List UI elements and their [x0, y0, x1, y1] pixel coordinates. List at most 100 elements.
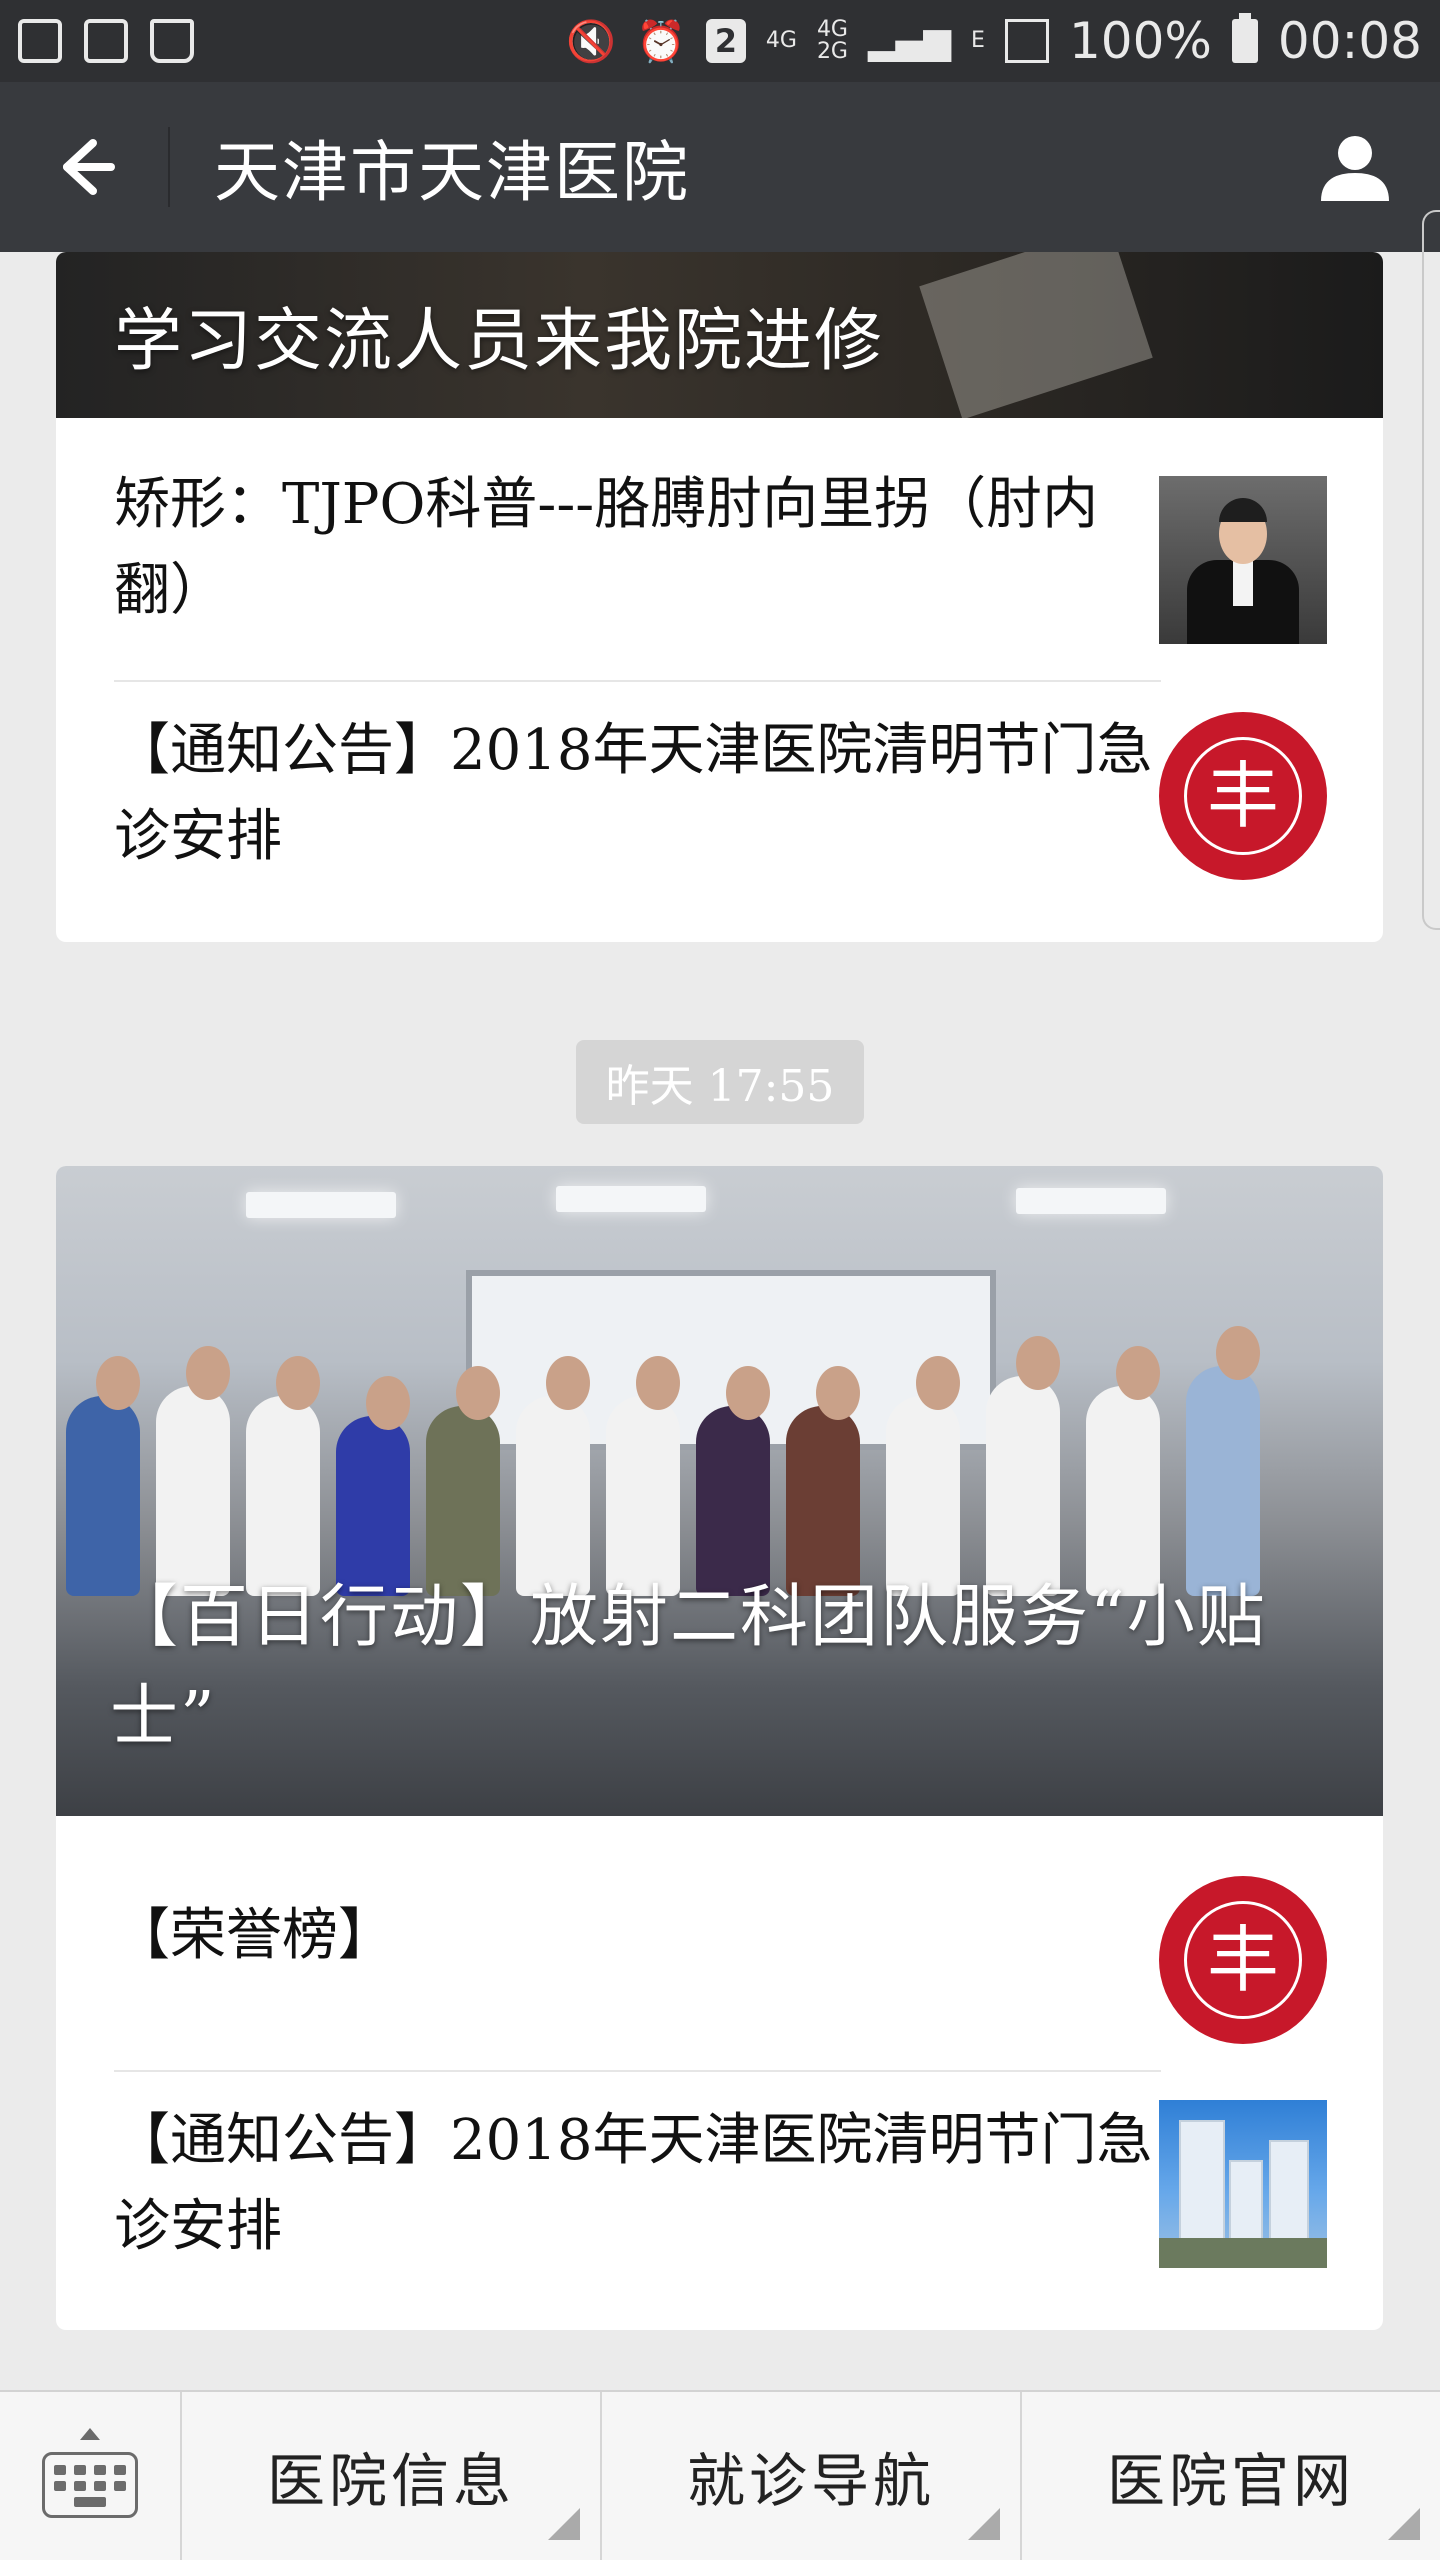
key [114, 2465, 126, 2475]
article-title: 矫形：TJPO科普---胳膊肘向里拐（肘内翻） [114, 472, 1099, 623]
list-item[interactable]: 矫形：TJPO科普---胳膊肘向里拐（肘内翻） [114, 462, 1154, 634]
caret-up-icon [80, 2428, 100, 2440]
menu-visit-navigation[interactable]: 就诊导航 [602, 2392, 1022, 2560]
key [94, 2481, 106, 2491]
keyboard-toggle-button[interactable] [0, 2392, 182, 2560]
photo-person [886, 1396, 960, 1596]
photo-head [636, 1356, 680, 1410]
photo-head [916, 1356, 960, 1410]
page-title: 天津市天津医院 [214, 134, 690, 211]
photo-person [246, 1396, 320, 1596]
network-edge-label: E [971, 28, 985, 53]
network-4g2g-label: 4G 2G [816, 17, 848, 64]
photo-person [516, 1396, 590, 1596]
photo-head [456, 1366, 500, 1420]
building-shape [1179, 2120, 1225, 2240]
thumbnail-detail [1233, 560, 1253, 606]
alarm-icon: ⏰ [636, 18, 686, 65]
menu-hospital-info[interactable]: 医院信息 [182, 2392, 602, 2560]
logo-ring: 丰 [1184, 737, 1302, 855]
article-group-card: 【百日行动】放射二科团队服务“小贴士” 【荣誉榜】 丰 【通知公告】2018年天… [56, 1166, 1383, 2330]
key [54, 2481, 66, 2491]
photo-person [1086, 1386, 1160, 1596]
back-arrow-icon [63, 139, 115, 195]
list-item[interactable]: 【荣誉榜】 [114, 1876, 1154, 1996]
gallery-notification-icon [18, 19, 62, 63]
divider [114, 680, 1161, 682]
battery-icon [1231, 13, 1258, 63]
shopping-bag-notification-icon [150, 19, 194, 63]
logo-ring: 丰 [1184, 1901, 1302, 2019]
photo-head [1016, 1336, 1060, 1390]
hero-article[interactable]: 学习交流人员来我院进修 [56, 252, 1383, 418]
photo-head [1216, 1326, 1260, 1380]
timestamp: 昨天 17:55 [576, 1040, 864, 1124]
hero-article-title: 【百日行动】放射二科团队服务“小贴士” [110, 1578, 1267, 1757]
photo-head [186, 1346, 230, 1400]
key [74, 2497, 106, 2507]
signal-icon-2 [1004, 19, 1049, 63]
photo-head [816, 1366, 860, 1420]
calendar-notification-icon [84, 19, 128, 63]
menu-label: 医院官网 [1106, 2447, 1355, 2515]
list-item[interactable]: 【通知公告】2018年天津医院清明节门急诊安排 [114, 708, 1154, 880]
photo-head [546, 1356, 590, 1410]
logo-glyph: 丰 [1206, 754, 1279, 838]
scrollbar[interactable] [1422, 210, 1440, 930]
photo-person [606, 1396, 680, 1596]
article-group-card: 学习交流人员来我院进修 矫形：TJPO科普---胳膊肘向里拐（肘内翻） 【通知公… [56, 252, 1383, 942]
sim-badge: 2 [705, 19, 746, 63]
key [74, 2481, 86, 2491]
hero-article-title: 学习交流人员来我院进修 [114, 302, 885, 381]
article-thumbnail [1159, 476, 1327, 644]
bottom-menu: 医院信息 就诊导航 医院官网 [0, 2390, 1440, 2560]
photo-person [66, 1396, 140, 1596]
clock: 00:08 [1277, 12, 1422, 70]
photo-person [1186, 1366, 1260, 1596]
ceiling-light [556, 1186, 706, 1212]
photo-head [726, 1366, 770, 1420]
building-ground [1159, 2238, 1327, 2268]
article-title: 【通知公告】2018年天津医院清明节门急诊安排 [114, 718, 1153, 869]
status-bar: 🔇 ⏰ 2 4G 4G 2G ▂▄▆ E 100% 00:08 [0, 0, 1440, 82]
signal-icon: ▂▄▆ [867, 20, 952, 62]
article-thumbnail: 丰 [1159, 1876, 1327, 2044]
photo-head [366, 1376, 410, 1430]
menu-label: 医院信息 [266, 2447, 515, 2515]
key [94, 2465, 106, 2475]
hospital-logo-icon: 丰 [1159, 1876, 1327, 2044]
submenu-indicator-icon [1388, 2508, 1420, 2540]
hospital-logo-icon: 丰 [1159, 712, 1327, 880]
key [54, 2465, 66, 2475]
back-button[interactable] [0, 82, 170, 252]
hero-article[interactable]: 【百日行动】放射二科团队服务“小贴士” [56, 1166, 1383, 1816]
photo-person [986, 1376, 1060, 1596]
ceiling-light [1016, 1188, 1166, 1214]
building-shape [1269, 2140, 1309, 2240]
key [74, 2465, 86, 2475]
article-thumbnail: 丰 [1159, 712, 1327, 880]
hero-image-detail [919, 252, 1153, 418]
battery-percent: 100% [1068, 12, 1212, 70]
menu-official-website[interactable]: 医院官网 [1022, 2392, 1440, 2560]
thumbnail-detail [1219, 498, 1267, 522]
key [114, 2481, 126, 2491]
list-item[interactable]: 【通知公告】2018年天津医院清明节门急诊安排 [114, 2098, 1154, 2270]
article-thumbnail [1159, 2100, 1327, 2268]
mute-icon: 🔇 [566, 18, 617, 65]
divider [114, 2070, 1161, 2072]
building-shape [1229, 2160, 1263, 2240]
photo-head [1116, 1346, 1160, 1400]
submenu-indicator-icon [968, 2508, 1000, 2540]
navbar: 天津市天津医院 [0, 82, 1440, 252]
photo-head [96, 1356, 140, 1410]
photo-head [276, 1356, 320, 1410]
photo-person [156, 1386, 230, 1596]
article-title: 【通知公告】2018年天津医院清明节门急诊安排 [114, 2108, 1153, 2259]
submenu-indicator-icon [548, 2508, 580, 2540]
ceiling-light [246, 1192, 396, 1218]
logo-glyph: 丰 [1206, 1918, 1279, 2002]
network-4g-label: 4G [765, 28, 797, 53]
profile-button[interactable] [1270, 82, 1440, 252]
menu-label: 就诊导航 [686, 2447, 935, 2515]
